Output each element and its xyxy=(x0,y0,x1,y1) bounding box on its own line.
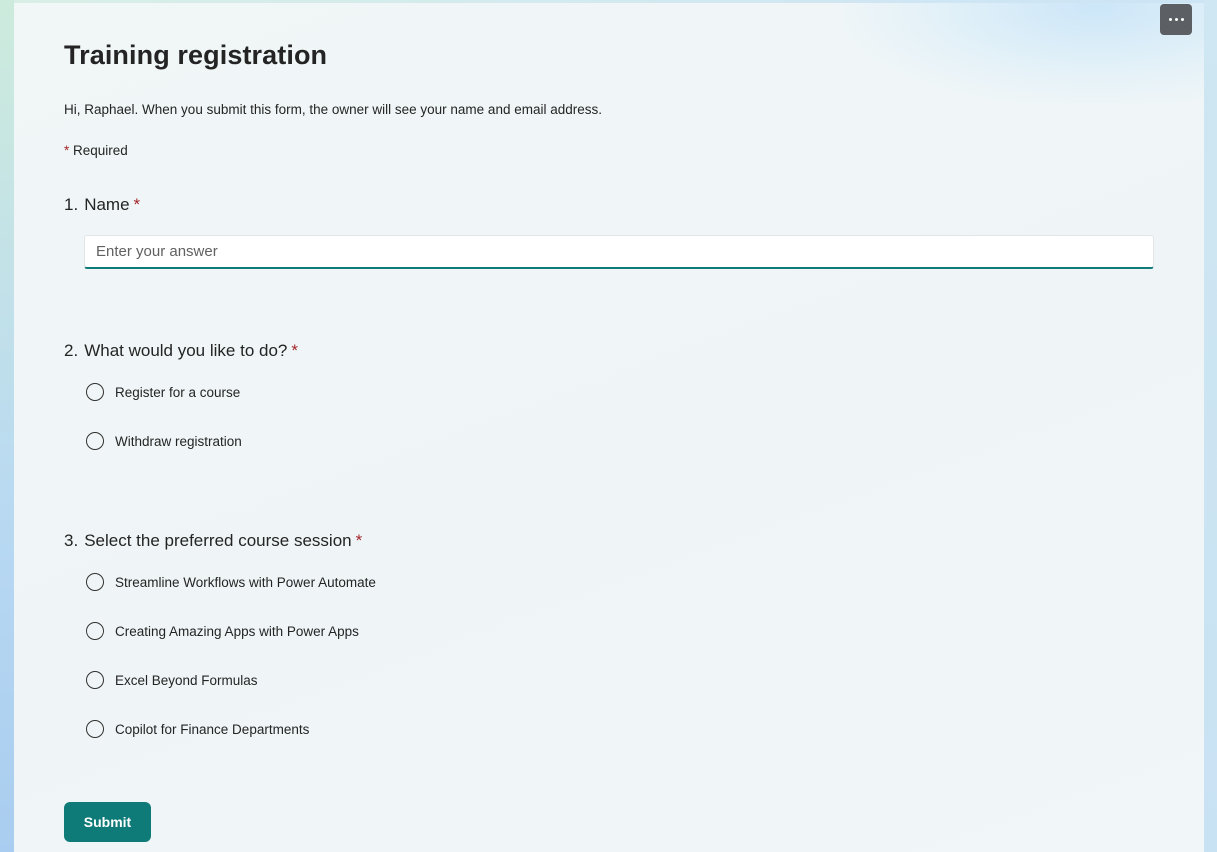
radio-button[interactable] xyxy=(86,383,104,401)
question-2-number: 2. xyxy=(64,341,79,360)
question-1-text: Name xyxy=(84,195,130,214)
required-note: * Required xyxy=(64,143,128,158)
radio-option-label: Copilot for Finance Departments xyxy=(115,721,310,737)
radio-button[interactable] xyxy=(86,622,104,640)
question-3-title: 3. Select the preferred course session * xyxy=(64,531,362,551)
question-2-title: 2. What would you like to do? * xyxy=(64,341,298,361)
required-label: Required xyxy=(73,143,128,158)
radio-button[interactable] xyxy=(86,671,104,689)
question-2-text: What would you like to do? xyxy=(84,341,288,360)
radio-button[interactable] xyxy=(86,432,104,450)
submit-button[interactable]: Submit xyxy=(64,802,151,842)
radio-option-power-apps[interactable]: Creating Amazing Apps with Power Apps xyxy=(86,622,359,640)
more-horizontal-icon xyxy=(1168,18,1184,21)
question-1-number: 1. xyxy=(64,195,79,214)
question-2-required-asterisk: * xyxy=(291,341,298,360)
question-3-number: 3. xyxy=(64,531,79,550)
radio-option-label: Register for a course xyxy=(115,384,241,400)
question-3-required-asterisk: * xyxy=(355,531,363,550)
radio-option-withdraw[interactable]: Withdraw registration xyxy=(86,432,242,450)
header-glow xyxy=(844,3,1204,103)
radio-button[interactable] xyxy=(86,573,104,591)
radio-option-excel[interactable]: Excel Beyond Formulas xyxy=(86,671,258,689)
page-background-right xyxy=(1204,0,1217,852)
question-3-text: Select the preferred course session xyxy=(84,531,352,550)
radio-option-label: Withdraw registration xyxy=(115,433,242,449)
radio-option-copilot[interactable]: Copilot for Finance Departments xyxy=(86,720,309,738)
more-options-button[interactable] xyxy=(1160,4,1192,35)
name-input[interactable] xyxy=(84,235,1154,269)
question-1-required-asterisk: * xyxy=(133,195,141,214)
question-1-title: 1. Name * xyxy=(64,195,140,215)
radio-option-label: Streamline Workflows with Power Automate xyxy=(115,574,376,590)
radio-option-register[interactable]: Register for a course xyxy=(86,383,240,401)
radio-option-label: Excel Beyond Formulas xyxy=(115,672,258,688)
form-title: Training registration xyxy=(64,40,328,70)
form-subtitle: Hi, Raphael. When you submit this form, … xyxy=(64,102,602,117)
radio-option-power-automate[interactable]: Streamline Workflows with Power Automate xyxy=(86,573,376,591)
page-background-left xyxy=(0,0,14,852)
radio-button[interactable] xyxy=(86,720,104,738)
radio-option-label: Creating Amazing Apps with Power Apps xyxy=(115,623,359,639)
required-asterisk: * xyxy=(64,143,70,158)
